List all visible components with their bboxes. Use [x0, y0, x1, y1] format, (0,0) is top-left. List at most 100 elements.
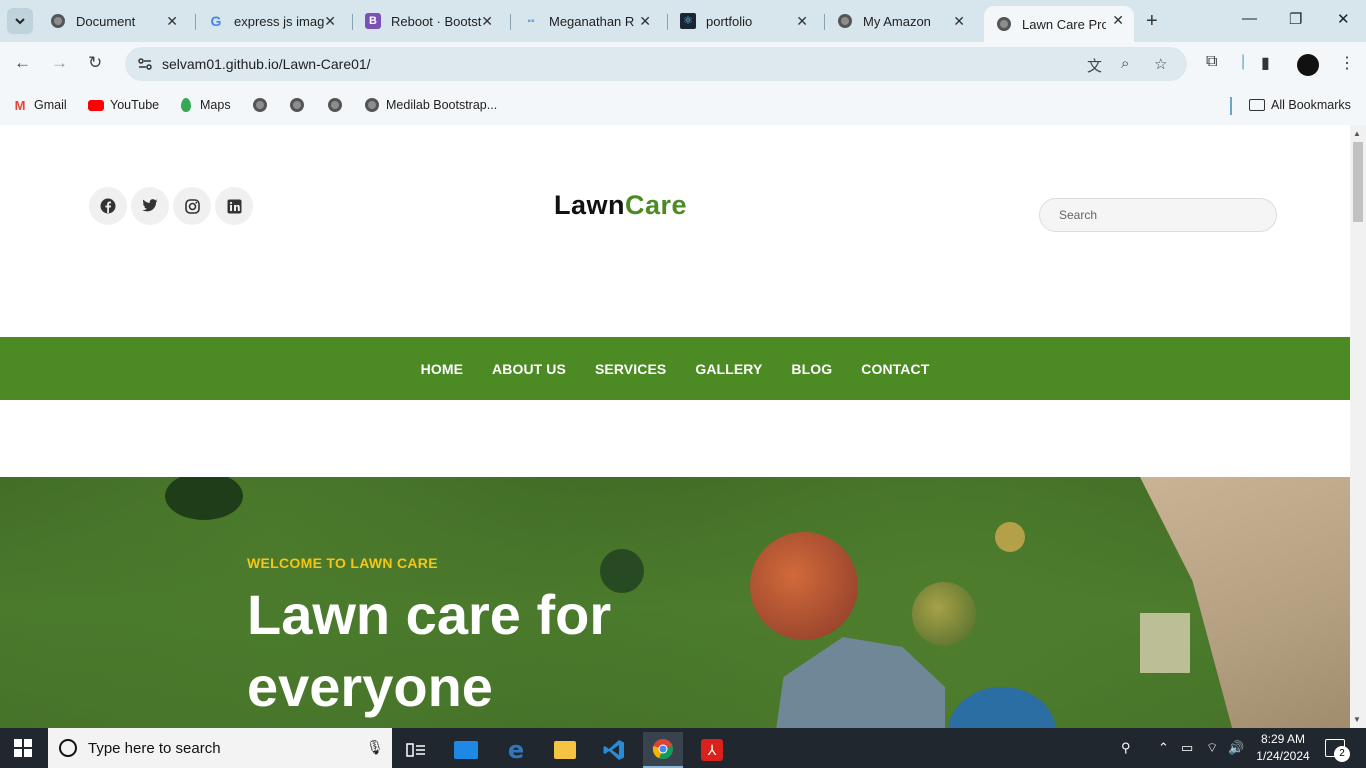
scroll-up-icon[interactable]: ▲ [1353, 129, 1361, 138]
address-bar[interactable]: selvam01.github.io/Lawn-Care01/ 文 ⌕ ☆ [125, 47, 1187, 81]
back-button[interactable]: ← [14, 53, 31, 73]
close-icon[interactable]: ✕ [166, 13, 178, 30]
edge-icon[interactable]: e [496, 732, 536, 768]
cortana-icon [59, 739, 77, 757]
nav-about-us[interactable]: ABOUT US [492, 361, 566, 377]
globe-icon [837, 13, 853, 29]
tab-meganathan[interactable]: ▪▪ Meganathan R ✕ [511, 6, 661, 36]
translate-icon[interactable]: 文 [1087, 55, 1102, 76]
nav-gallery[interactable]: GALLERY [695, 361, 762, 377]
close-icon[interactable]: ✕ [481, 13, 493, 30]
close-icon[interactable]: ✕ [796, 13, 808, 30]
microphone-icon[interactable]: 🎙 [366, 739, 384, 756]
bookmark-gmail[interactable]: M Gmail [12, 97, 67, 113]
site-logo[interactable]: LawnCare [554, 190, 687, 221]
youtube-icon [88, 97, 104, 113]
bookmark-globe-3[interactable] [327, 97, 349, 113]
logo-part-1: Lawn [554, 190, 626, 220]
clock-time: 8:29 AM [1260, 732, 1306, 746]
dots-icon: ▪▪ [527, 15, 535, 27]
search-input[interactable] [1039, 198, 1277, 232]
menu-icon[interactable]: ⋮ [1339, 53, 1355, 73]
hero-playset [1140, 613, 1190, 673]
tab-search-button[interactable] [7, 8, 33, 34]
zoom-icon[interactable]: ⌕ [1121, 55, 1129, 72]
tab-label: portfolio [706, 13, 753, 29]
forward-button[interactable]: → [51, 53, 68, 73]
avatar[interactable] [1297, 54, 1319, 76]
people-icon[interactable]: ⚲ [1121, 740, 1131, 756]
vscode-icon[interactable] [594, 732, 634, 768]
extensions-icon[interactable]: ⧉ [1206, 53, 1217, 71]
site-settings-icon[interactable] [137, 56, 153, 72]
facebook-icon[interactable] [89, 187, 127, 225]
bookmark-star-icon[interactable]: ☆ [1154, 55, 1167, 73]
hero-section: WELCOME TO LAWN CARE Lawn care for every… [0, 477, 1350, 728]
taskbar-search[interactable]: Type here to search 🎙 [48, 728, 392, 768]
chevron-up-icon[interactable]: ⌃ [1158, 740, 1169, 756]
toolbar-divider: | [1241, 53, 1246, 70]
mail-icon[interactable] [446, 732, 486, 768]
nav-services[interactable]: SERVICES [595, 361, 666, 377]
page-scrollbar[interactable]: ▲ ▼ [1350, 125, 1366, 728]
bookmark-maps[interactable]: Maps [178, 97, 231, 113]
new-tab-button[interactable]: + [1146, 10, 1158, 33]
scroll-down-icon[interactable]: ▼ [1353, 715, 1361, 724]
task-view-icon[interactable] [396, 732, 436, 768]
nav-contact[interactable]: CONTACT [861, 361, 929, 377]
wifi-icon[interactable]: ⌔ [1206, 740, 1218, 756]
twitter-icon[interactable] [131, 187, 169, 225]
globe-icon [289, 97, 305, 113]
hero-tree [912, 582, 976, 646]
globe-icon [327, 97, 343, 113]
nav-home[interactable]: HOME [421, 361, 463, 377]
bookmark-label: Medilab Bootstrap... [386, 98, 498, 112]
gmail-icon: M [14, 97, 26, 113]
all-bookmarks-label: All Bookmarks [1271, 98, 1351, 112]
restore-button[interactable]: ❐ [1289, 10, 1302, 28]
acrobat-icon[interactable]: ⅄ [692, 732, 732, 768]
side-panel-icon[interactable]: ▮ [1261, 53, 1270, 73]
tab-reboot[interactable]: B Reboot · Bootst ✕ [353, 6, 503, 36]
battery-icon[interactable]: ▭ [1181, 740, 1193, 756]
bootstrap-icon: B [365, 13, 381, 29]
bookmark-globe-2[interactable] [289, 97, 311, 113]
close-icon[interactable]: ✕ [639, 13, 651, 30]
tab-lawn-care[interactable]: Lawn Care Proj ✕ [984, 6, 1134, 42]
close-icon[interactable]: ✕ [1112, 12, 1124, 29]
tab-label: express js imag [234, 13, 325, 29]
linkedin-icon[interactable] [215, 187, 253, 225]
close-window-button[interactable]: ✕ [1337, 10, 1350, 28]
system-clock[interactable]: 8:29 AM 1/24/2024 [1253, 731, 1313, 765]
url-text: selvam01.github.io/Lawn-Care01/ [162, 56, 371, 72]
chrome-icon[interactable] [643, 732, 683, 768]
tab-portfolio[interactable]: ⚛ portfolio ✕ [668, 6, 818, 36]
tab-amazon[interactable]: My Amazon ✕ [825, 6, 975, 36]
windows-start-icon[interactable] [14, 739, 32, 757]
reload-button[interactable]: ↻ [88, 53, 102, 73]
globe-icon [364, 97, 380, 113]
tab-label: Meganathan R [549, 13, 635, 29]
tab-document[interactable]: Document ✕ [38, 6, 188, 36]
folder-icon [1249, 97, 1265, 113]
all-bookmarks[interactable]: All Bookmarks [1249, 97, 1351, 113]
scroll-thumb[interactable] [1353, 142, 1363, 222]
hero-title: Lawn care for everyone [247, 583, 612, 718]
tab-label: Reboot · Bootst [391, 13, 482, 29]
logo-part-2: Care [625, 190, 688, 220]
volume-icon[interactable]: 🔊 [1228, 740, 1244, 756]
bookmark-label: YouTube [110, 98, 160, 112]
nav-blog[interactable]: BLOG [791, 361, 832, 377]
file-explorer-icon[interactable] [545, 732, 585, 768]
tab-express[interactable]: G express js imag ✕ [196, 6, 346, 36]
close-icon[interactable]: ✕ [324, 13, 336, 30]
bookmark-medilab[interactable]: Medilab Bootstrap... [364, 97, 497, 113]
globe-icon [996, 16, 1012, 32]
bookmark-globe-1[interactable] [252, 97, 274, 113]
globe-icon [252, 97, 268, 113]
bookmark-youtube[interactable]: YouTube [88, 97, 159, 113]
minimize-button[interactable]: — [1242, 10, 1257, 27]
close-icon[interactable]: ✕ [953, 13, 965, 30]
notification-badge: 2 [1334, 746, 1350, 762]
instagram-icon[interactable] [173, 187, 211, 225]
